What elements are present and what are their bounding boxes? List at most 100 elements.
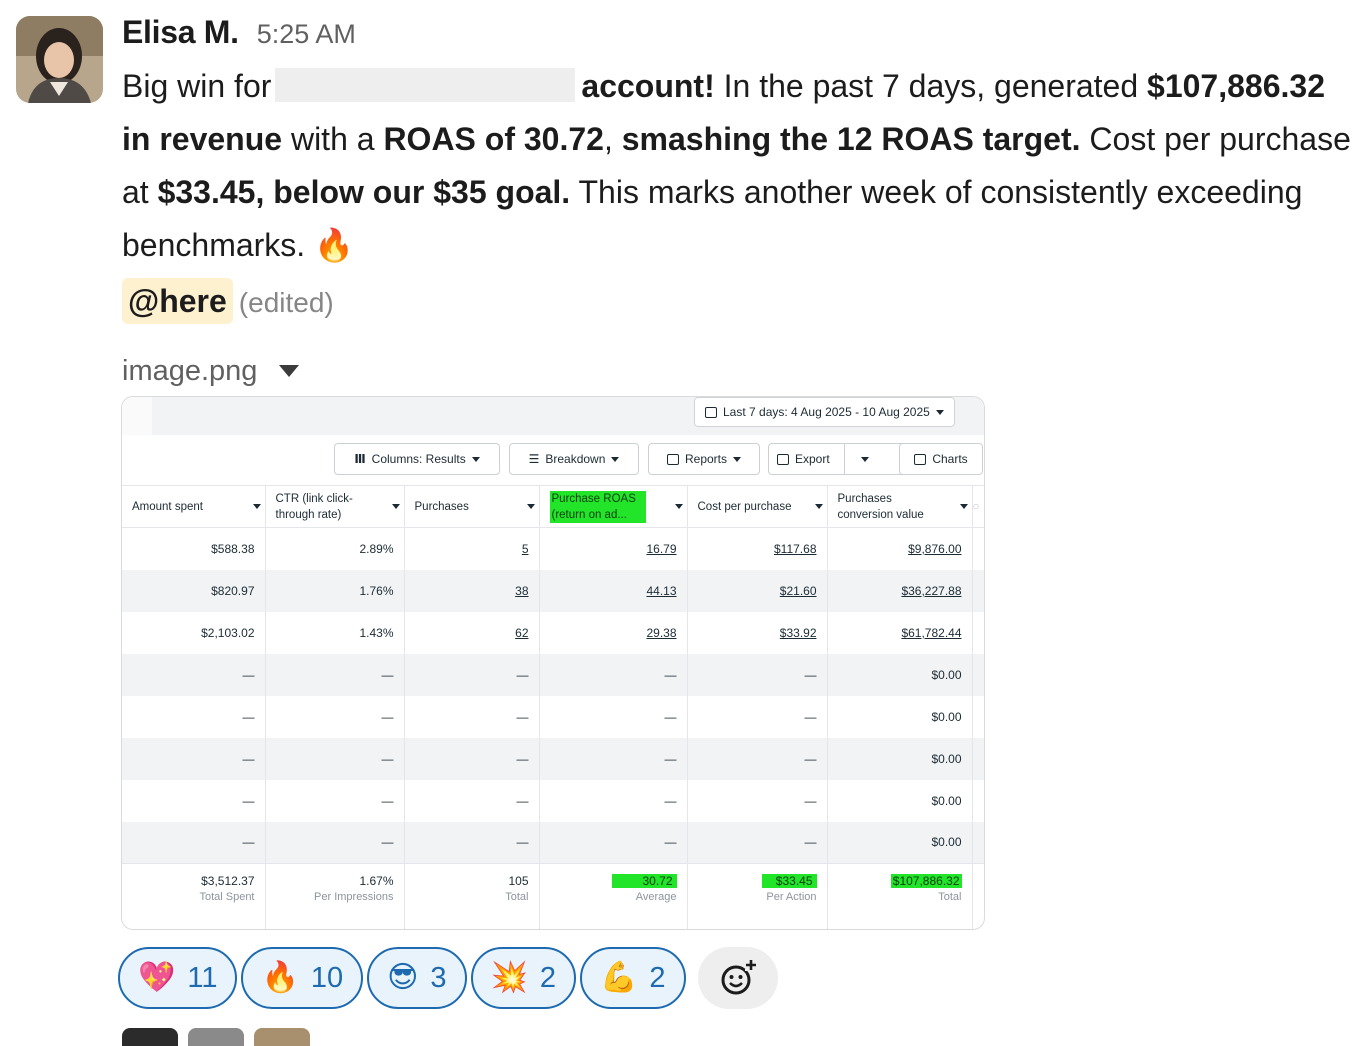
cell-link[interactable]: $21.60 — [780, 584, 817, 598]
add-reaction-button[interactable] — [697, 947, 778, 1009]
column-header[interactable]: Purchase ROAS (return on ad... — [539, 485, 688, 528]
sort-icon — [526, 504, 535, 509]
message-text: Big win for account! In the past 7 days, … — [122, 60, 1352, 329]
table-cell-empty — [972, 863, 984, 929]
cell-link[interactable]: 38 — [515, 584, 528, 598]
here-mention[interactable]: @here — [122, 278, 233, 324]
table-cell[interactable]: $21.60 — [687, 569, 828, 612]
caret-down-icon — [611, 456, 620, 462]
total-value: 105 — [508, 874, 529, 888]
total-label: Per Action — [766, 891, 817, 903]
breakdown-button[interactable]: ☰ Breakdown — [509, 443, 639, 475]
table-cell[interactable]: 16.79 — [539, 527, 688, 570]
column-header[interactable]: Purchases conversion value — [827, 485, 973, 528]
cell-link[interactable]: $61,782.44 — [901, 626, 961, 640]
reaction-sparkling-heart[interactable]: 💖 11 — [118, 947, 238, 1009]
cell-link[interactable]: $36,227.88 — [901, 584, 961, 598]
cell-link[interactable]: $117.68 — [774, 542, 817, 556]
table-cell[interactable]: $61,782.44 — [827, 611, 973, 654]
table-cell[interactable]: $36,227.88 — [827, 569, 973, 612]
column-label: CTR (link click-through rate) — [275, 492, 353, 521]
column-header[interactable]: Purchases — [404, 485, 540, 528]
sort-icon — [959, 504, 968, 509]
column-label: Purchases conversion value — [837, 492, 924, 521]
total-value: $33.45 — [761, 874, 817, 888]
table-cell: — — [265, 737, 405, 780]
reaction-fire[interactable]: 🔥 10 — [241, 947, 364, 1009]
chart-icon — [914, 453, 927, 465]
table-cell[interactable]: $9,876.00 — [827, 527, 973, 570]
chevron-down-icon[interactable] — [279, 365, 300, 377]
table-cell[interactable]: 29.38 — [539, 611, 688, 654]
table-cell[interactable]: 62 — [404, 611, 540, 654]
cell-link[interactable]: $33.92 — [780, 626, 817, 640]
reaction-muscle[interactable]: 💪 2 — [580, 947, 686, 1009]
table-cell[interactable]: 44.13 — [539, 569, 688, 612]
export-button[interactable]: Export — [768, 443, 906, 475]
date-range-picker[interactable]: Last 7 days: 4 Aug 2025 - 10 Aug 2025 — [694, 397, 955, 427]
table-cell: — — [539, 653, 688, 696]
table-cell[interactable]: $33.92 — [687, 611, 828, 654]
export-icon — [777, 453, 789, 465]
cell-link[interactable]: 16.79 — [646, 542, 676, 556]
table-row: — — — — — $0.00 — [122, 821, 984, 864]
table-row: — — — — — $0.00 — [122, 653, 984, 696]
cell-link[interactable]: 44.13 — [646, 584, 676, 598]
table-cell: $0.00 — [827, 737, 973, 780]
cell-link[interactable]: 62 — [515, 626, 528, 640]
text-bold: ROAS of 30.72 — [383, 121, 604, 157]
topbar-tab — [122, 397, 152, 435]
column-header[interactable]: Cost per purchase — [687, 485, 828, 528]
table-row: — — — — — $0.00 — [122, 779, 984, 822]
avatar[interactable] — [16, 16, 103, 103]
seen-by-avatars — [122, 1028, 310, 1046]
reaction-count: 2 — [649, 961, 666, 994]
caret-down-icon[interactable] — [860, 456, 869, 462]
total-value: $3,512.37 — [201, 874, 255, 888]
sort-icon — [814, 504, 823, 509]
charts-button[interactable]: Charts — [899, 443, 983, 475]
author-name[interactable]: Elisa M. — [122, 14, 239, 51]
avatar[interactable] — [188, 1028, 244, 1046]
total-cell: $107,886.32 Total — [827, 863, 973, 929]
table-row: $820.97 1.76% 38 44.13 $21.60 $36,227.88 — [122, 569, 984, 612]
sunglasses-icon: 😎 — [387, 961, 419, 994]
totals-row: $3,512.37 Total Spent 1.67% Per Impression… — [122, 863, 984, 929]
reaction-count: 3 — [430, 961, 447, 994]
cell-link[interactable]: $9,876.00 — [908, 542, 961, 556]
sparkling-heart-icon: 💖 — [138, 961, 176, 994]
settings-icon: ○ — [972, 500, 980, 513]
file-name[interactable]: image.png — [122, 355, 257, 388]
columns-icon: Ⅲ — [354, 452, 366, 466]
table-cell[interactable]: 38 — [404, 569, 540, 612]
reaction-boom[interactable]: 💥 2 — [470, 947, 577, 1009]
columns-button[interactable]: Ⅲ Columns: Results — [334, 443, 500, 475]
table-cell: — — [539, 779, 688, 822]
table-cell: — — [539, 821, 688, 864]
cell-link[interactable]: 29.38 — [646, 626, 676, 640]
timestamp[interactable]: 5:25 AM — [257, 19, 356, 50]
table-cell: — — [265, 821, 405, 864]
table-cell: — — [687, 821, 828, 864]
table-cell: — — [404, 695, 540, 738]
reports-button[interactable]: Reports — [648, 443, 760, 475]
avatar[interactable] — [254, 1028, 310, 1046]
total-label: Average — [635, 891, 677, 903]
table-cell: — — [404, 653, 540, 696]
avatar[interactable] — [122, 1028, 178, 1046]
cell-link[interactable]: 5 — [522, 542, 529, 556]
add-emoji-icon — [721, 959, 757, 995]
text-part: Big win for — [122, 68, 272, 104]
reaction-sunglasses[interactable]: 😎 3 — [367, 947, 467, 1009]
table-row: $588.38 2.89% 5 16.79 $117.68 $9,876.00 — [122, 527, 984, 570]
breakdown-icon: ☰ — [528, 452, 540, 466]
table-cell: — — [687, 695, 828, 738]
column-header[interactable]: CTR (link click-through rate) — [265, 485, 405, 528]
table-cell[interactable]: 5 — [404, 527, 540, 570]
column-header[interactable]: Amount spent — [122, 485, 266, 528]
column-settings[interactable]: ○ — [972, 485, 984, 528]
table-cell-empty — [972, 653, 984, 696]
image-attachment[interactable]: Last 7 days: 4 Aug 2025 - 10 Aug 2025 Ⅲ … — [121, 396, 985, 930]
caret-down-icon — [733, 456, 742, 462]
table-cell[interactable]: $117.68 — [687, 527, 828, 570]
